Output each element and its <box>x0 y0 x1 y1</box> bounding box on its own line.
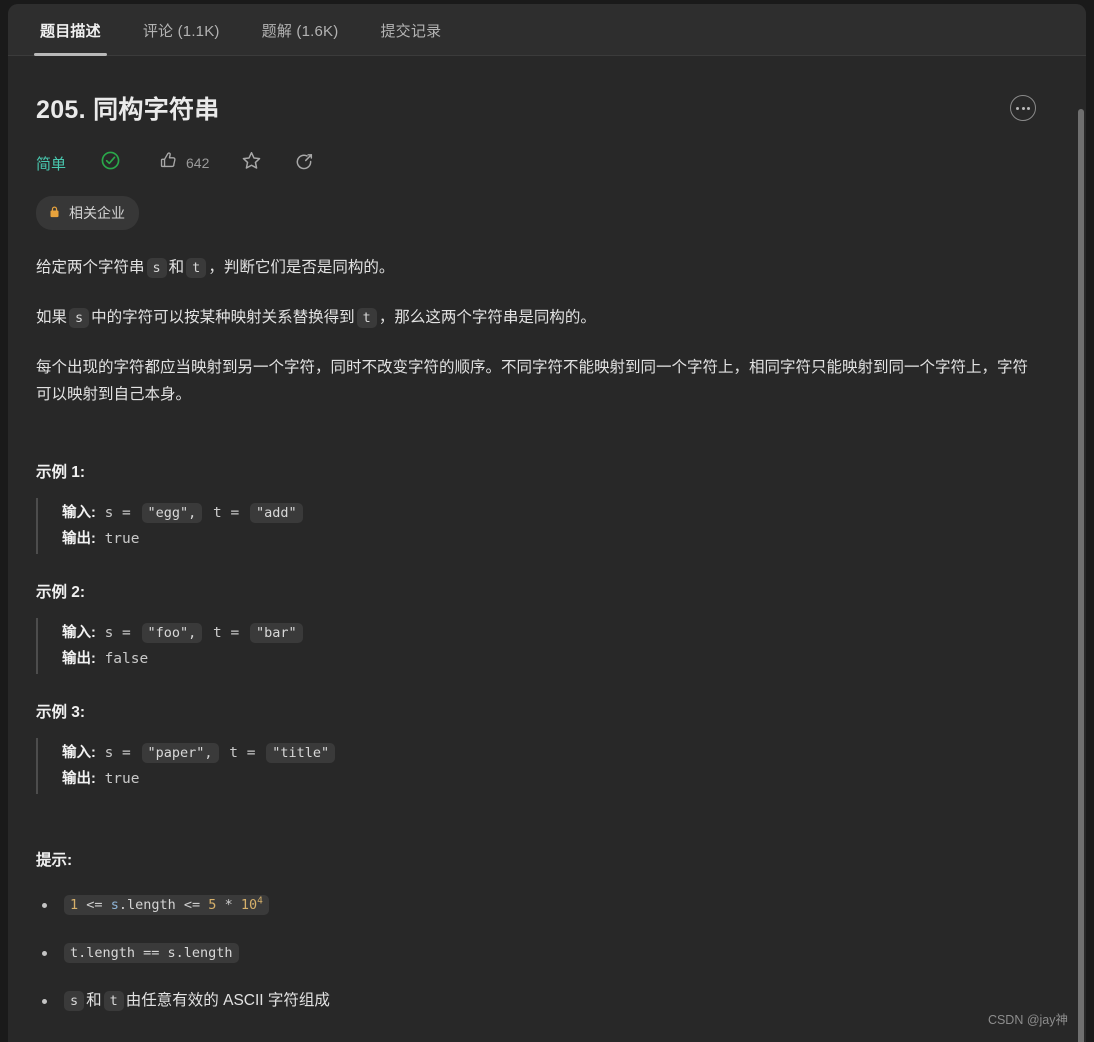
input-equals: = <box>122 625 131 641</box>
example-input-line: 输入: s = "paper", t = "title" <box>62 740 1040 766</box>
favorite-button[interactable] <box>241 150 262 176</box>
input-equals: = <box>122 745 131 761</box>
output-label: 输出: <box>62 771 96 787</box>
output-value: true <box>104 771 140 787</box>
output-label: 输出: <box>62 531 96 547</box>
input-equals: = <box>122 505 131 521</box>
p2-middle: 中的字符可以按某种映射关系替换得到 <box>91 309 355 326</box>
solved-status[interactable] <box>100 150 121 176</box>
share-button[interactable] <box>294 150 315 176</box>
input-var-t: t <box>213 625 222 641</box>
example-output-line: 输出: true <box>62 766 1040 792</box>
example-block: 输入: s = "egg", t = "add" 输出: true <box>36 498 1040 554</box>
related-companies-badge[interactable]: 相关企业 <box>36 196 139 230</box>
hints-list: 1 <= s.length <= 5 * 104 t.length == s.l… <box>36 892 1040 1014</box>
inline-code-s: s <box>146 258 167 278</box>
example-block: 输入: s = "foo", t = "bar" 输出: false <box>36 618 1040 674</box>
example-input-line: 输入: s = "foo", t = "bar" <box>62 620 1040 646</box>
scrollbar-thumb[interactable] <box>1078 109 1084 1042</box>
description-paragraph-1: 给定两个字符串 s 和 t ，判断它们是否是同构的。 <box>36 254 1040 282</box>
problem-window: 题目描述 评论 (1.1K) 题解 (1.6K) 提交记录 205. 同构字符串… <box>8 4 1086 1042</box>
hint-after: 由任意有效的 ASCII 字符组成 <box>125 992 330 1009</box>
inline-code-s: s <box>69 308 90 328</box>
p1-after: ，判断它们是否是同构的。 <box>208 259 395 276</box>
input-label: 输入: <box>62 505 96 521</box>
hint-middle: 和 <box>86 992 102 1009</box>
like-count: 642 <box>186 155 210 171</box>
difficulty-label[interactable]: 简单 <box>36 153 66 174</box>
input-var-s: s <box>104 505 114 521</box>
example-title: 示例 3: <box>36 704 86 721</box>
hint-item: s 和 t 由任意有效的 ASCII 字符组成 <box>36 988 1040 1014</box>
p2-after: ，那么这两个字符串是同构的。 <box>378 309 596 326</box>
hint-constraint-equal-length: t.length == s.length <box>64 943 239 963</box>
example-title: 示例 1: <box>36 464 86 481</box>
more-options-icon[interactable] <box>1010 95 1036 121</box>
input-value-t: "add" <box>249 503 303 523</box>
badge-row: 相关企业 <box>36 196 1040 230</box>
hint-constraint-length: 1 <= s.length <= 5 * 104 <box>64 895 269 915</box>
inline-code-t: t <box>186 258 207 278</box>
examples-section: 示例 1: 输入: s = "egg", t = "add" 输出: true … <box>36 460 1040 794</box>
input-equals: = <box>230 625 240 641</box>
p2-before: 如果 <box>36 309 68 326</box>
input-value-s: "egg", <box>141 503 203 523</box>
problem-description: 给定两个字符串 s 和 t ，判断它们是否是同构的。 如果 s 中的字符可以按某种映射关系替… <box>36 254 1040 408</box>
example-output-line: 输出: true <box>62 526 1040 552</box>
input-var-s: s <box>104 745 114 761</box>
tab-solutions[interactable]: 题解 (1.6K) <box>248 4 353 56</box>
problem-meta-row: 简单 642 <box>36 150 1040 176</box>
hints-title: 提示: <box>36 852 73 869</box>
input-value-s: "foo", <box>141 623 203 643</box>
star-icon <box>241 150 262 176</box>
inline-code-s: s <box>64 991 85 1011</box>
check-circle-icon <box>100 150 121 176</box>
output-label: 输出: <box>62 651 96 667</box>
scrollbar-track[interactable] <box>1076 109 1086 1042</box>
input-var-t: t <box>213 505 222 521</box>
output-value: false <box>104 651 149 667</box>
tab-submissions[interactable]: 提交记录 <box>366 4 455 56</box>
page-title: 205. 同构字符串 <box>36 96 220 124</box>
input-var-t: t <box>229 745 239 761</box>
p1-before: 给定两个字符串 <box>36 259 145 276</box>
lock-icon <box>48 205 61 222</box>
hint-item: t.length == s.length <box>36 940 1040 966</box>
example-title: 示例 2: <box>36 584 86 601</box>
input-value-t: "title" <box>266 743 336 763</box>
hints-section: 提示: 1 <= s.length <= 5 * 104 t.length ==… <box>36 848 1040 1014</box>
description-paragraph-2: 如果 s 中的字符可以按某种映射关系替换得到 t ，那么这两个字符串是同构的。 <box>36 304 1040 332</box>
tab-comments[interactable]: 评论 (1.1K) <box>129 4 234 56</box>
input-label: 输入: <box>62 745 96 761</box>
example-input-line: 输入: s = "egg", t = "add" <box>62 500 1040 526</box>
p1-middle: 和 <box>168 259 185 276</box>
hint-item: 1 <= s.length <= 5 * 104 <box>36 892 1040 918</box>
tab-bar: 题目描述 评论 (1.1K) 题解 (1.6K) 提交记录 <box>8 4 1086 56</box>
watermark: CSDN @jay神 <box>987 1013 1068 1027</box>
input-value-t: "bar" <box>249 623 303 643</box>
share-icon <box>294 150 315 176</box>
example-block: 输入: s = "paper", t = "title" 输出: true <box>36 738 1040 794</box>
input-value-s: "paper", <box>141 743 219 763</box>
like-button[interactable]: 642 <box>159 151 209 175</box>
inline-code-t: t <box>103 991 124 1011</box>
problem-content: 205. 同构字符串 简单 642 相关企业 给定两个字符串 s 和 t ，判断… <box>8 56 1086 1042</box>
input-equals: = <box>246 745 256 761</box>
example-output-line: 输出: false <box>62 646 1040 672</box>
title-row: 205. 同构字符串 <box>36 90 1040 126</box>
related-companies-label: 相关企业 <box>69 205 125 221</box>
output-value: true <box>104 531 140 547</box>
description-paragraph-3: 每个出现的字符都应当映射到另一个字符，同时不改变字符的顺序。不同字符不能映射到同… <box>36 359 1029 403</box>
input-label: 输入: <box>62 625 96 641</box>
tab-description[interactable]: 题目描述 <box>26 4 115 56</box>
input-var-s: s <box>104 625 114 641</box>
thumbs-up-icon <box>159 151 178 175</box>
inline-code-t: t <box>356 308 377 328</box>
input-equals: = <box>230 505 240 521</box>
